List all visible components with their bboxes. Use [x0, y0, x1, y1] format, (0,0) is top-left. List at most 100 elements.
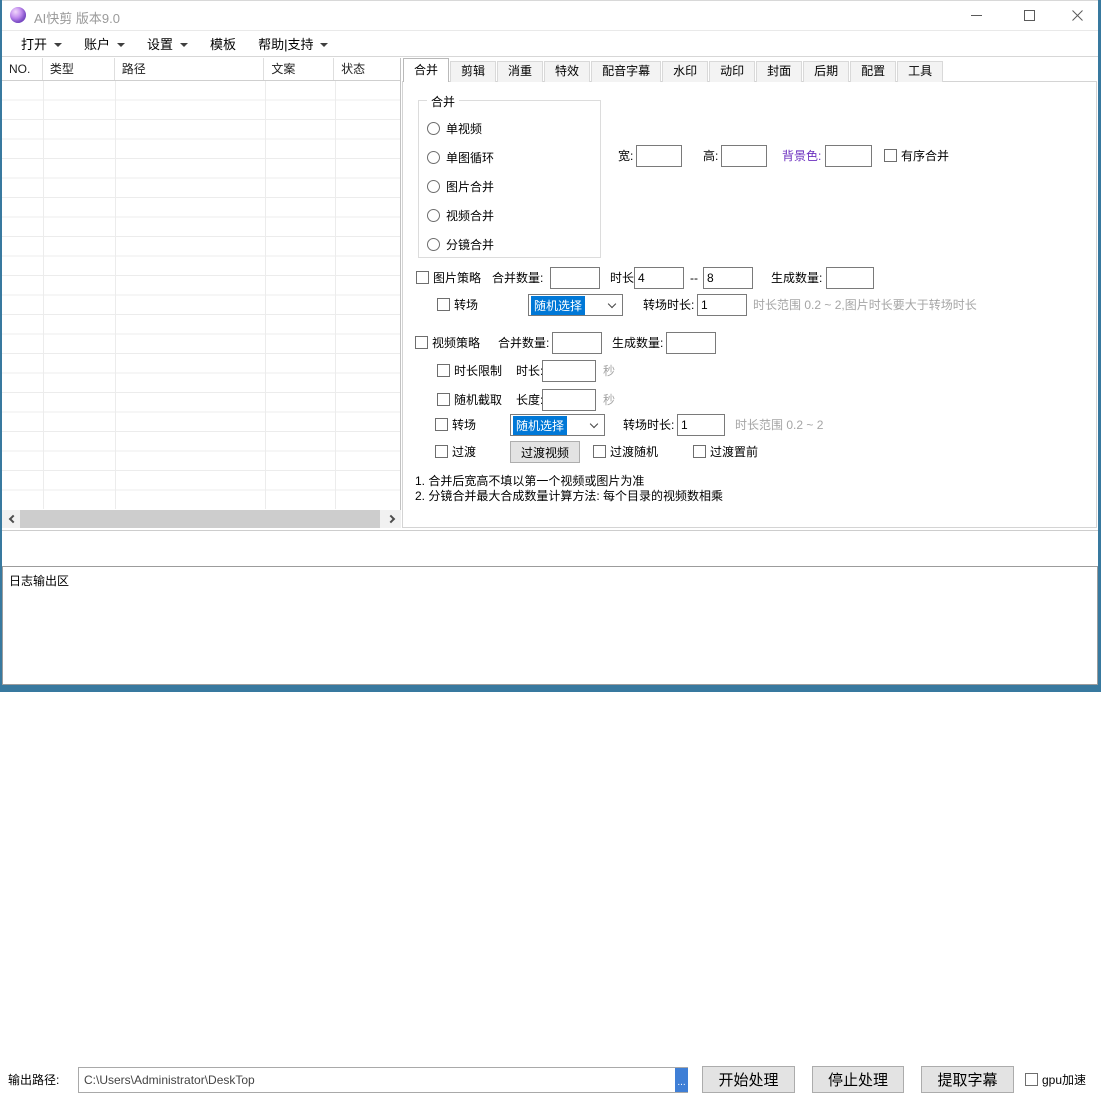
image-duration-min-input[interactable] [634, 267, 684, 289]
tab-animated-watermark[interactable]: 动印 [709, 61, 755, 82]
menu-open[interactable]: 打开 [10, 31, 73, 56]
video-transition-hint: 时长范围 0.2 ~ 2 [735, 414, 823, 436]
chevron-down-icon [590, 420, 598, 428]
duration-limit-input[interactable] [542, 360, 596, 382]
fade-front-label: 过渡置前 [710, 441, 758, 463]
image-transition-checkbox[interactable] [437, 298, 450, 311]
file-table-body[interactable] [2, 81, 400, 509]
radio-image-merge[interactable]: 图片合并 [427, 178, 494, 194]
radio-label: 单视频 [446, 120, 482, 137]
column-header-no[interactable]: NO. [2, 58, 43, 80]
radio-storyboard-merge[interactable]: 分镜合并 [427, 236, 494, 252]
start-processing-button[interactable]: 开始处理 [702, 1066, 795, 1093]
maximize-button[interactable] [1006, 1, 1052, 30]
scroll-left-button[interactable] [2, 510, 20, 528]
radio-single-image-loop[interactable]: 单图循环 [427, 149, 494, 165]
window-title: AI快剪 版本9.0 [34, 8, 120, 27]
duration-unit-label: 秒 [603, 360, 615, 382]
image-merge-count-label: 合并数量: [492, 267, 543, 289]
radio-video-merge[interactable]: 视频合并 [427, 207, 494, 223]
window-border-left [0, 0, 2, 692]
minimize-button[interactable] [953, 1, 999, 30]
duration-field-label: 时长: [516, 360, 543, 382]
fade-video-button[interactable]: 过渡视频 [510, 441, 580, 463]
tab-watermark[interactable]: 水印 [662, 61, 708, 82]
video-strategy-label: 视频策略 [432, 332, 480, 354]
tab-merge[interactable]: 合并 [403, 58, 449, 82]
gpu-checkbox[interactable] [1025, 1073, 1038, 1086]
menu-account[interactable]: 账户 [73, 31, 136, 56]
column-header-path[interactable]: 路径 [115, 58, 265, 80]
video-transition-duration-label: 转场时长: [623, 414, 674, 436]
fade-front-checkbox[interactable] [693, 445, 706, 458]
bg-color-input[interactable] [825, 145, 872, 167]
image-merge-count-input[interactable] [550, 267, 600, 289]
selected-option: 随机选择 [513, 416, 567, 435]
scroll-right-button[interactable] [383, 510, 401, 528]
menu-help-support[interactable]: 帮助|支持 [247, 31, 339, 56]
video-transition-label: 转场 [452, 414, 476, 436]
extract-subtitles-button[interactable]: 提取字幕 [921, 1066, 1014, 1093]
video-transition-select[interactable]: 随机选择 [510, 414, 605, 436]
merge-mode-group: 合并 单视频 单图循环 图片合并 视频合并 分镜合并 [418, 100, 601, 258]
browse-button[interactable]: ... [675, 1068, 688, 1092]
radio-single-video[interactable]: 单视频 [427, 120, 482, 136]
app-logo-icon [10, 7, 26, 23]
settings-panel: 合并 剪辑 消重 特效 配音字幕 水印 动印 封面 后期 配置 工具 合并 单视… [402, 58, 1098, 528]
radio-label: 视频合并 [446, 207, 494, 224]
tab-edit[interactable]: 剪辑 [450, 61, 496, 82]
image-duration-max-input[interactable] [703, 267, 753, 289]
length-field-label: 长度: [516, 389, 543, 411]
video-merge-count-input[interactable] [552, 332, 602, 354]
output-path-label: 输出路径: [8, 1067, 59, 1093]
ordered-merge-checkbox[interactable] [884, 149, 897, 162]
video-transition-duration-input[interactable] [677, 414, 725, 436]
window-border-bottom [0, 685, 1101, 692]
table-grid-line [265, 81, 266, 509]
tab-dedupe[interactable]: 消重 [497, 61, 543, 82]
scrollbar-thumb[interactable] [20, 510, 380, 528]
video-strategy-checkbox[interactable] [415, 336, 428, 349]
image-strategy-checkbox[interactable] [416, 271, 429, 284]
duration-limit-checkbox[interactable] [437, 364, 450, 377]
column-header-status[interactable]: 状态 [334, 58, 400, 80]
close-button[interactable] [1054, 1, 1100, 30]
image-gen-count-input[interactable] [826, 267, 874, 289]
duration-range-separator: -- [690, 267, 698, 289]
height-input[interactable] [721, 145, 767, 167]
tab-post[interactable]: 后期 [803, 61, 849, 82]
menu-open-label: 打开 [21, 34, 47, 53]
menu-account-label: 账户 [84, 34, 110, 53]
random-cut-length-input[interactable] [542, 389, 596, 411]
video-gen-count-input[interactable] [666, 332, 716, 354]
output-path-input[interactable] [78, 1067, 688, 1093]
maximize-icon [1024, 10, 1035, 21]
radio-icon [427, 209, 440, 222]
tab-config[interactable]: 配置 [850, 61, 896, 82]
table-hscrollbar[interactable] [2, 510, 401, 528]
log-output-area[interactable]: 日志输出区 [2, 566, 1098, 685]
tab-effects[interactable]: 特效 [544, 61, 590, 82]
video-transition-checkbox[interactable] [435, 418, 448, 431]
menu-template[interactable]: 模板 [199, 31, 247, 56]
menu-template-label: 模板 [210, 34, 236, 53]
radio-label: 图片合并 [446, 178, 494, 195]
column-header-text[interactable]: 文案 [264, 58, 334, 80]
image-transition-duration-input[interactable] [697, 294, 747, 316]
chevron-right-icon [386, 515, 394, 523]
menu-help-support-label: 帮助|支持 [258, 34, 313, 53]
stop-processing-button[interactable]: 停止处理 [812, 1066, 904, 1093]
tab-cover[interactable]: 封面 [756, 61, 802, 82]
menu-settings[interactable]: 设置 [136, 31, 199, 56]
radio-label: 分镜合并 [446, 236, 494, 253]
width-input[interactable] [636, 145, 682, 167]
image-transition-select[interactable]: 随机选择 [528, 294, 623, 316]
fade-random-checkbox[interactable] [593, 445, 606, 458]
column-header-type[interactable]: 类型 [43, 58, 115, 80]
tab-tools[interactable]: 工具 [897, 61, 943, 82]
radio-icon [427, 122, 440, 135]
tab-dubbing-subtitles[interactable]: 配音字幕 [591, 61, 661, 82]
fade-checkbox[interactable] [435, 445, 448, 458]
random-cut-label: 随机截取 [454, 389, 502, 411]
random-cut-checkbox[interactable] [437, 393, 450, 406]
